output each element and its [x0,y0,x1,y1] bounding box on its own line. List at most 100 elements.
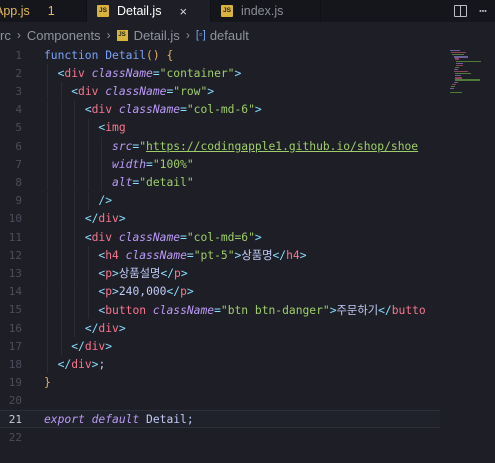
tab-bar: App.js 1 JS Detail.js × JS index.js ⋯ [0,0,495,22]
minimap-line [456,62,463,64]
minimap-line [454,58,459,60]
breadcrumb-item-src[interactable]: rc [0,28,11,43]
minimap-line [454,77,463,79]
minimap-line [452,83,457,85]
symbol-variable-icon: [◦] [195,29,206,41]
problem-count-badge: 1 [47,4,55,18]
tab-index-js[interactable]: JS index.js [211,0,321,22]
line-number: 3 [15,84,22,98]
code-text: <p>상품설명</p> [98,267,188,281]
minimap-line [454,66,459,69]
minimap-line [456,64,463,66]
code-line[interactable]: 20 [0,392,440,410]
breadcrumb-item-components[interactable]: Components [27,28,101,43]
tab-label: Detail.js [117,4,162,18]
code-line[interactable]: 21 export default Detail; [0,410,440,428]
code-line[interactable]: 2 <div className="container"> [0,64,440,83]
split-editor-icon[interactable] [454,5,468,17]
code-text: } [44,376,51,390]
code-line[interactable]: 10 </div> [0,209,440,228]
minimap-line [453,56,468,58]
code-line[interactable]: 9 /> [0,191,440,210]
minimap-line [456,60,481,62]
breadcrumb-symbol-label: default [209,27,249,43]
breadcrumb-file-label: Detail.js [133,27,180,43]
line-number: 22 [8,430,22,444]
code-text: alt="detail" [112,175,194,189]
code-text: </div>; [57,357,106,371]
line-number: 18 [8,357,22,371]
js-file-icon: JS [97,5,109,17]
minimap[interactable] [448,46,495,463]
code-line[interactable]: 17 </div> [0,337,440,356]
js-file-icon: JS [116,29,128,41]
line-number: 15 [8,303,22,317]
line-number: 7 [15,157,22,171]
code-editor[interactable]: 1 function Detail() {2 <div className="co… [0,46,495,463]
code-line[interactable]: 15 <button className="btn btn-danger">주문… [0,300,440,319]
code-text: src="https://codingapple1.github.io/shop… [112,139,419,153]
close-icon[interactable]: × [179,5,187,18]
more-actions-icon[interactable]: ⋯ [479,4,487,19]
minimap-line [453,68,458,71]
breadcrumb-item-file[interactable]: JS Detail.js [116,27,180,43]
code-line[interactable]: 12 <h4 className="pt-5">상품명</h4> [0,246,440,265]
code-line[interactable]: 1 function Detail() { [0,46,440,64]
minimap-line [450,87,454,90]
code-line[interactable]: 3 <div className="row"> [0,82,440,101]
line-number: 21 [8,412,22,426]
minimap-line [450,92,463,94]
code-line[interactable]: 4 <div className="col-md-6"> [0,100,440,119]
code-text: export default Detail; [44,412,194,426]
line-number: 16 [8,321,22,335]
breadcrumb-item-symbol[interactable]: [◦] default [196,28,249,43]
code-text: <p>240,000</p> [98,285,194,299]
code-line[interactable]: 13 <p>상품설명</p> [0,264,440,283]
minimap-line [454,79,481,81]
code-text: <div className="container"> [57,66,242,80]
minimap-line [451,85,456,87]
code-line[interactable]: 11 <div className="col-md=6"> [0,228,440,246]
code-text: </div> [84,321,126,335]
code-text: </div> [71,339,113,353]
code-text: width="100%" [112,157,194,171]
code-line[interactable]: 8 alt="detail" [0,173,440,192]
editor-actions: ⋯ [454,0,495,22]
code-text: function Detail() { [44,48,174,62]
code-line[interactable]: 16 </div> [0,319,440,337]
code-text: <div className="col-md-6"> [84,103,262,117]
line-number: 19 [8,376,22,390]
tab-app-js[interactable]: App.js 1 [0,0,87,22]
line-number: 8 [15,175,22,189]
code-line[interactable]: 5 <img [0,118,440,137]
line-number: 4 [15,103,22,117]
tab-label: App.js [0,4,30,18]
tab-label: index.js [241,4,284,18]
chevron-right-icon: › [16,28,21,42]
code-line[interactable]: 14 <p>240,000</p> [0,282,440,301]
line-number: 17 [8,339,22,353]
line-number: 6 [15,139,22,153]
line-number: 10 [8,212,22,226]
code-line[interactable]: 6 src="https://codingapple1.github.io/sh… [0,137,440,155]
minimap-line [454,73,471,75]
line-number: 9 [15,194,22,208]
breadcrumb: rc › Components › JS Detail.js › [◦] def… [0,24,495,46]
code-line[interactable]: 7 width="100%" [0,155,440,174]
code-line[interactable]: 18 </div>; [0,355,440,374]
code-line[interactable]: 19} [0,374,440,392]
minimap-line [453,71,468,73]
line-number: 13 [8,266,22,280]
minimap-line [450,50,461,52]
chevron-right-icon: › [106,28,111,42]
minimap-line [451,52,467,54]
js-file-icon: JS [221,5,233,17]
tab-detail-js[interactable]: JS Detail.js × [87,0,211,22]
line-number: 20 [8,394,22,408]
line-number: 11 [8,230,22,244]
line-number: 2 [15,66,22,80]
minimap-line [452,54,464,56]
code-line[interactable]: 22 [0,428,440,446]
minimap-line [453,81,458,83]
line-number: 12 [8,248,22,262]
